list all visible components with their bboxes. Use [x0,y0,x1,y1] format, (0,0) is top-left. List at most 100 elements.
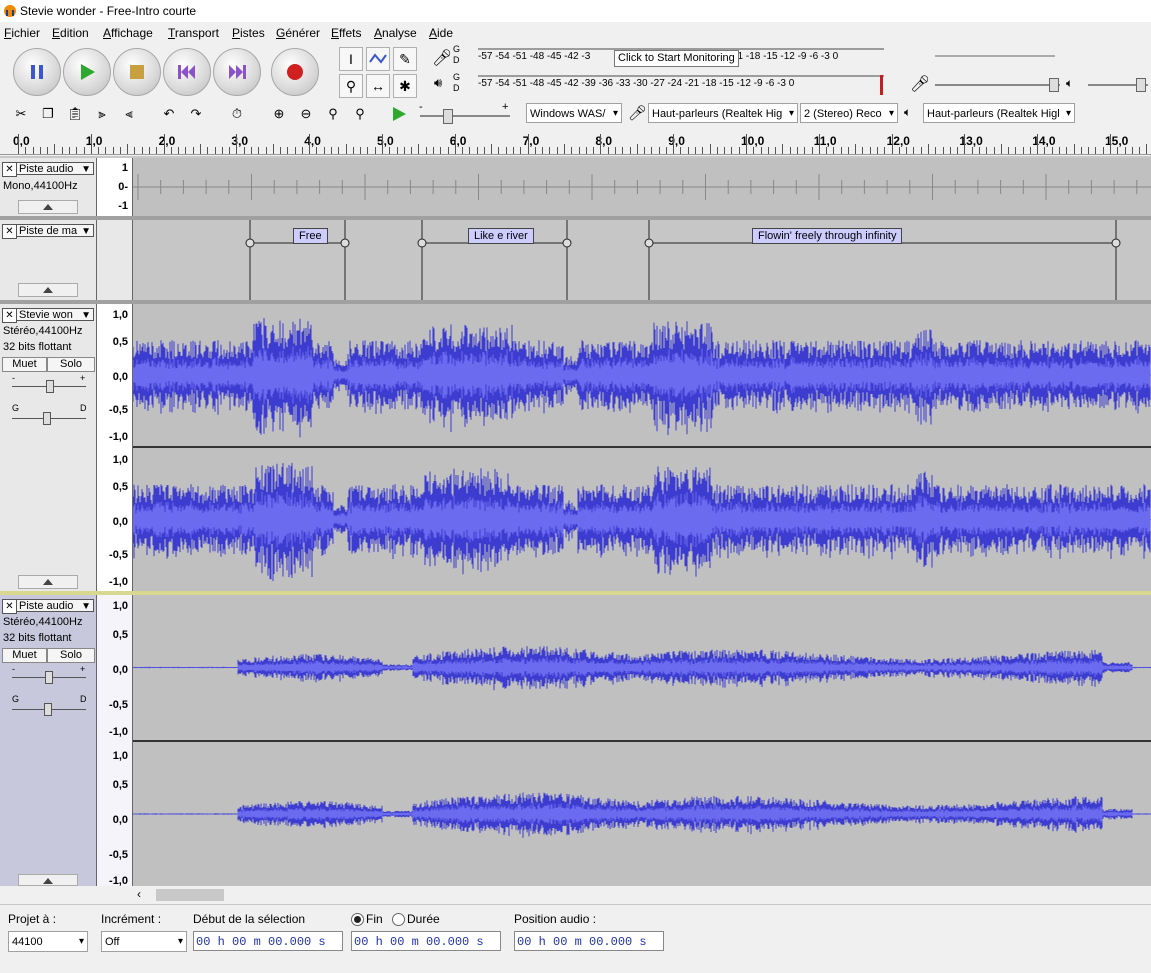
sync-lock-button[interactable]: ⏱ [226,103,248,125]
solo-button[interactable]: Solo [47,357,95,372]
record-volume-slider[interactable] [935,84,1060,86]
cut-button[interactable]: ✂ [10,103,32,125]
paste-button[interactable]: 📋︎ [64,103,86,125]
ruler-tick [396,147,398,154]
play-speed-thumb[interactable] [443,109,453,124]
record-button[interactable] [271,48,319,96]
ruler-tick [207,147,209,154]
play-button[interactable] [63,48,111,96]
waveform-mono[interactable] [133,158,1151,216]
trim-button[interactable]: ⫸ [91,103,113,125]
ruler-tick [658,147,660,154]
zoom-out-button[interactable]: ⊖ [295,103,317,125]
ruler-tick [804,147,806,154]
waveform-left-channel[interactable] [133,595,1151,740]
audio-position-time[interactable]: 00 h 00 m 00.000 s [514,931,664,951]
copy-button[interactable]: ❐ [37,103,59,125]
ruler-tick [316,147,318,154]
duration-radio[interactable] [392,913,405,926]
selection-tool-button[interactable]: I [339,47,363,71]
menu-effets[interactable]: Effets [331,26,361,40]
playback-volume-thumb[interactable] [1136,78,1146,92]
label-flowin-freely[interactable]: Flowin' freely through infinity [752,228,903,244]
record-volume-thumb[interactable] [1049,78,1059,92]
track-collapse-button[interactable] [18,575,78,589]
ruler-tick [578,147,580,154]
play-speed-slider[interactable] [420,115,510,117]
solo-button[interactable]: Solo [47,648,95,663]
scroll-left-icon[interactable]: ‹ [137,887,141,901]
undo-button[interactable]: ↶ [158,103,180,125]
play-at-speed-button[interactable] [388,103,410,125]
ruler-tick [323,147,325,154]
menu-aide[interactable]: Aide [429,26,453,40]
menu-generer[interactable]: Générer [276,26,320,40]
skip-to-end-button[interactable] [213,48,261,96]
menu-edition[interactable]: Edition [52,26,89,40]
silence-button[interactable]: ⫷ [118,103,140,125]
menu-fichier[interactable]: Fichier [4,26,40,40]
track-close-button[interactable]: ✕ [2,308,17,323]
track-close-button[interactable]: ✕ [2,162,17,177]
track-collapse-button[interactable] [18,200,78,214]
selection-end-time[interactable]: 00 h 00 m 00.000 s [351,931,501,951]
skip-to-start-button[interactable] [163,48,211,96]
label-free[interactable]: Free [293,228,328,244]
redo-button[interactable]: ↷ [185,103,207,125]
selection-start-time[interactable]: 00 h 00 m 00.000 s [193,931,343,951]
track-collapse-button[interactable] [18,874,78,886]
envelope-tool-button[interactable] [366,47,390,71]
track-collapse-button[interactable] [18,283,78,297]
track-close-button[interactable]: ✕ [2,599,17,614]
ruler-tick [1080,147,1082,154]
menu-transport[interactable]: Transport [168,26,219,40]
track-name-menu[interactable]: Piste audio ▼ [16,162,94,175]
track-name-menu[interactable]: Stevie won ▼ [16,308,94,321]
timer-icon: ⏱ [231,106,243,121]
end-radio[interactable] [351,913,364,926]
mute-button[interactable]: Muet [2,648,47,663]
snap-select[interactable]: Off ▾ [101,931,187,952]
waveform-right-channel[interactable] [133,742,1151,886]
zoom-in-button[interactable]: ⊕ [268,103,290,125]
multi-tool-button[interactable]: ✱ [393,74,417,98]
gain-thumb[interactable] [46,380,54,393]
track-close-button[interactable]: ✕ [2,224,17,239]
menu-pistes[interactable]: Pistes [232,26,265,40]
label-like-a-river[interactable]: Like e river [468,228,534,244]
project-rate-select[interactable]: 44100 ▾ [8,931,88,952]
recording-device-select[interactable]: Haut-parleurs (Realtek Hig ▾ [648,103,798,123]
menu-analyse[interactable]: Analyse [374,26,417,40]
playback-meter[interactable]: -57 -54 -51 -48 -45 -42 -39 -36 -33 -30 … [462,75,886,95]
draw-tool-button[interactable]: ✎ [393,47,417,71]
monitor-tooltip[interactable]: Click to Start Monitoring [614,50,739,67]
timeline-ruler[interactable]: 0,0 1,0 2,0 3,0 4,0 5,0 6,0 7,0 8,0 9,0 10,0 11,0 12… [0,128,1151,155]
timeshift-tool-button[interactable]: ↔ [366,74,390,98]
horizontal-scrollbar[interactable]: ‹ [0,886,1151,904]
audio-host-select[interactable]: Windows WAS/▾ [526,103,622,123]
recording-channels-select[interactable]: 2 (Stereo) Reco ▾ [800,103,898,123]
pan-thumb[interactable] [43,412,51,425]
ruler-tick [331,147,333,154]
scale-label: -1,0 [109,726,128,738]
fit-selection-button[interactable]: ⚲ [322,103,344,125]
label-track-area[interactable]: Free Like e river Flowin' freely through… [133,220,1151,300]
mute-button[interactable]: Muet [2,357,47,372]
playback-device-select[interactable]: Haut-parleurs (Realtek Higl ▾ [923,103,1075,123]
track-name-menu[interactable]: Piste audio ▼ [16,599,94,612]
fit-project-button[interactable]: ⚲ [349,103,371,125]
ruler-label: 1,0 [85,134,103,148]
menu-affichage[interactable]: Affichage [103,26,153,40]
scale-label: 0,5 [112,481,128,493]
track-name-menu[interactable]: Piste de ma ▼ [16,224,94,237]
ruler-tick [170,147,172,154]
scroll-thumb[interactable] [156,889,224,901]
stop-button[interactable] [113,48,161,96]
waveform-left-channel[interactable] [133,304,1151,446]
pause-button[interactable] [13,48,61,96]
gain-thumb[interactable] [45,671,53,684]
ruler-tick [149,147,151,154]
pan-thumb[interactable] [44,703,52,716]
waveform-right-channel[interactable] [133,448,1151,591]
zoom-tool-button[interactable]: ⚲ [339,74,363,98]
